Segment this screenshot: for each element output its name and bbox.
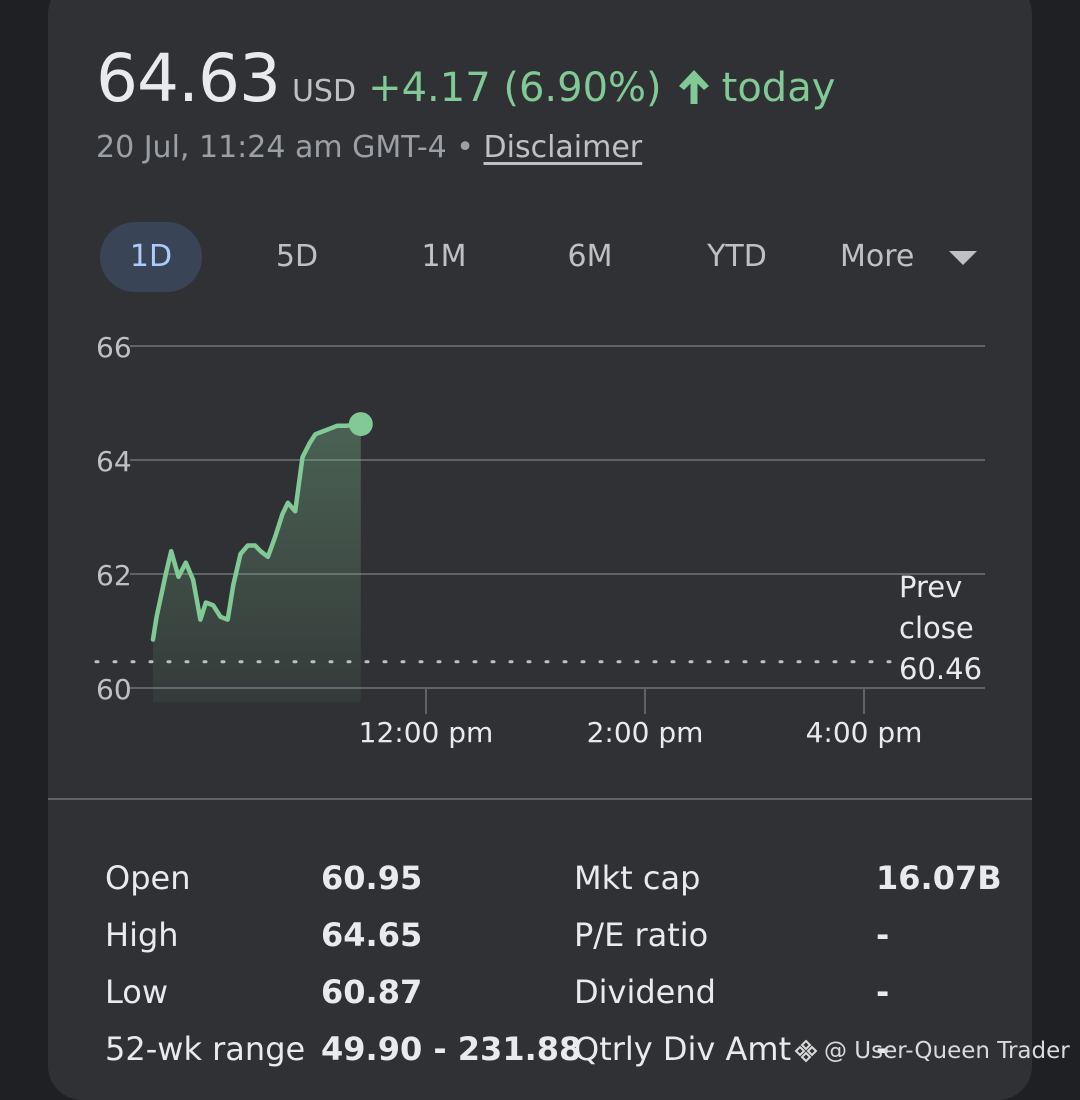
y-tick-label: 60 (96, 673, 132, 706)
x-tick-label: 2:00 pm (587, 716, 704, 749)
prev-close-label: 60.46 (899, 652, 982, 686)
stat-label: Low (105, 973, 169, 1011)
stat-value: - (876, 973, 890, 1011)
stat-value: 60.95 (321, 859, 423, 897)
stat-label: P/E ratio (574, 916, 709, 954)
watermark-text: @ User-Queen Trader (824, 1038, 1070, 1064)
stat-value: 16.07B (876, 859, 1002, 897)
stat-label: Mkt cap (574, 859, 701, 897)
prev-close-label: close (899, 611, 974, 645)
stat-label: Qtrly Div Amt (574, 1030, 792, 1068)
binance-logo-icon (794, 1039, 818, 1063)
stat-value: - (876, 916, 890, 954)
y-tick-label: 62 (96, 559, 132, 592)
price-chart[interactable]: 60 62 64 66 12:00 pm 2:00 pm 4:00 pm Prev close 6… (0, 0, 1080, 800)
y-tick-label: 66 (96, 331, 132, 364)
x-tick-label: 12:00 pm (359, 716, 494, 749)
stat-value: 60.87 (321, 973, 423, 1011)
stat-label: 52-wk range (105, 1030, 306, 1068)
current-price-dot (348, 412, 373, 437)
watermark: @ User-Queen Trader (794, 1038, 1070, 1064)
x-tick-label: 4:00 pm (806, 716, 923, 749)
prev-close-label: Prev (899, 570, 962, 604)
stat-label: High (105, 916, 179, 954)
stat-value: 49.90 - 231.88 (321, 1030, 582, 1068)
section-divider (48, 798, 1032, 800)
stat-label: Open (105, 859, 191, 897)
stat-value: 64.65 (321, 916, 423, 954)
y-tick-label: 64 (96, 445, 132, 478)
stat-label: Dividend (574, 973, 716, 1011)
